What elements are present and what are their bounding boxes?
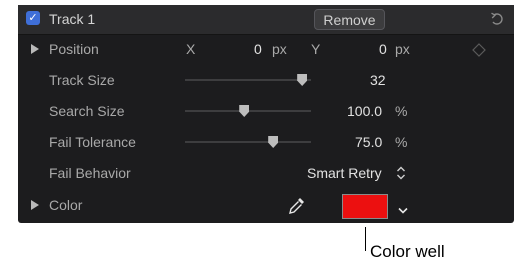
fail-tolerance-label: Fail Tolerance [49,134,136,150]
track-enable-checkbox[interactable]: ✓ [26,11,40,25]
track-size-label: Track Size [49,72,115,88]
row-color: Color [18,190,514,221]
disclosure-triangle-icon[interactable] [31,200,39,210]
row-track-size: Track Size 32 [18,65,514,96]
search-size-label: Search Size [49,103,125,119]
up-down-chevron-icon[interactable] [396,165,406,186]
row-position: Position X 0 px Y 0 px [18,34,514,65]
row-search-size: Search Size 100.0 % [18,96,514,127]
color-label: Color [49,197,83,213]
slider-thumb[interactable] [268,136,279,148]
fail-tolerance-value[interactable]: 75.0 [355,134,382,150]
keyframe-diamond-icon[interactable] [472,43,486,62]
remove-button[interactable]: Remove [314,9,385,30]
row-fail-tolerance: Fail Tolerance 75.0 % [18,127,514,158]
disclosure-triangle-icon[interactable] [31,44,39,54]
search-size-slider[interactable] [185,105,311,117]
track-size-slider[interactable] [185,74,311,86]
track-title: Track 1 [49,11,96,27]
reset-arrow-icon[interactable] [490,12,504,31]
callout-line [365,227,366,251]
slider-thumb[interactable] [239,105,250,117]
x-value[interactable]: 0 [254,41,262,57]
slider-thumb[interactable] [297,74,308,86]
row-fail-behavior: Fail Behavior Smart Retry [18,158,514,189]
color-well[interactable] [342,194,388,219]
search-size-value[interactable]: 100.0 [347,103,382,119]
chevron-down-icon[interactable] [398,202,408,220]
fail-behavior-popup[interactable]: Smart Retry [307,165,382,181]
track-header: ✓ Track 1 Remove [18,5,514,35]
eyedropper-icon[interactable] [288,196,306,221]
x-label: X [186,41,196,57]
y-unit: px [395,41,410,57]
callout-label: Color well [370,242,445,261]
x-unit: px [272,41,287,57]
search-size-unit: % [395,103,408,119]
position-label: Position [49,41,99,57]
y-label: Y [311,41,321,57]
y-value[interactable]: 0 [379,41,387,57]
fail-tolerance-slider[interactable] [185,136,311,148]
fail-tolerance-unit: % [395,134,408,150]
tracker-inspector-panel: ✓ Track 1 Remove Position X 0 px Y 0 px … [18,5,514,223]
track-size-value[interactable]: 32 [370,72,386,88]
fail-behavior-label: Fail Behavior [49,165,131,181]
